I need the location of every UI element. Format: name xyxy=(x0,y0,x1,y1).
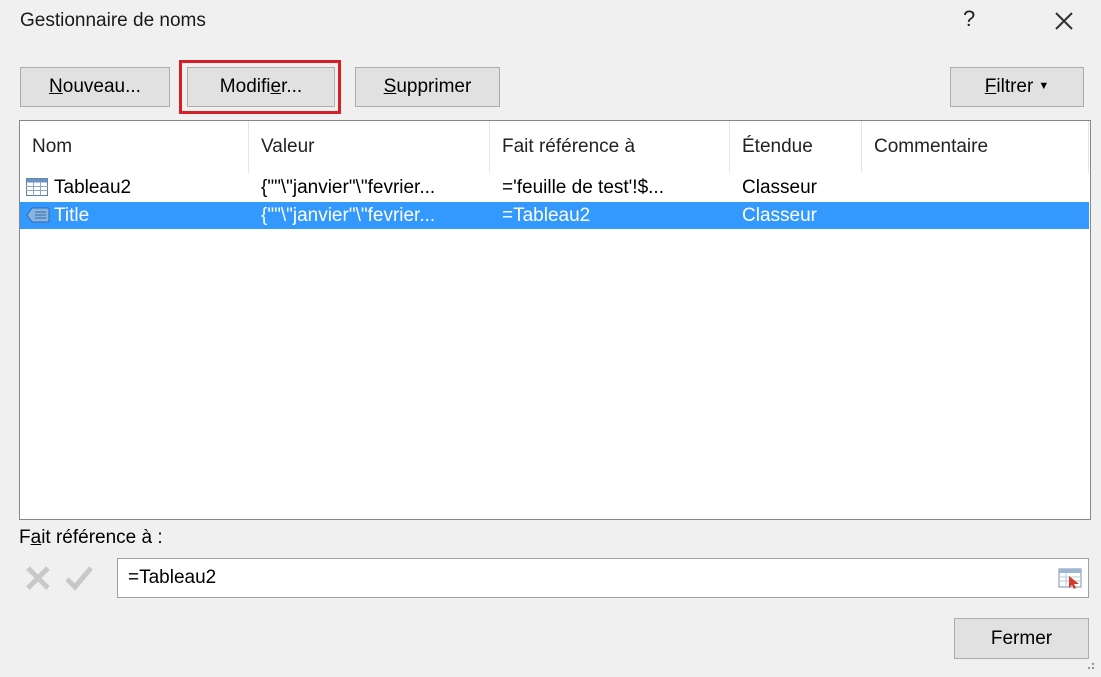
modify-button-label-end: r... xyxy=(281,76,303,97)
row-scope: Classeur xyxy=(742,177,817,198)
cancel-x-icon[interactable] xyxy=(20,560,55,595)
filter-dropdown-button[interactable]: Filtrer ▼ xyxy=(950,67,1084,107)
list-header: Nom Valeur Fait référence à Étendue Comm… xyxy=(20,121,1090,173)
modify-button[interactable]: Modifi e r... xyxy=(187,67,335,107)
delete-button-access-key: S xyxy=(383,76,397,97)
resize-grip-icon[interactable] xyxy=(1082,655,1096,670)
modify-button-label-start: Modifi xyxy=(219,76,271,97)
names-list[interactable]: Nom Valeur Fait référence à Étendue Comm… xyxy=(19,120,1091,520)
column-header-name[interactable]: Nom xyxy=(20,121,249,173)
close-dialog-button[interactable]: Fermer xyxy=(954,618,1089,659)
row-refers-to: =Tableau2 xyxy=(502,205,591,226)
column-header-comment[interactable]: Commentaire xyxy=(862,121,1089,173)
refers-label-end: it référence à : xyxy=(41,527,163,548)
close-icon[interactable] xyxy=(1050,7,1078,35)
named-range-icon xyxy=(26,207,50,229)
list-row-tableau2[interactable]: Tableau2 {""\"janvier"\"fevrier... ='feu… xyxy=(20,174,1089,201)
checkmark-icon[interactable] xyxy=(61,560,96,595)
delete-button-label: upprimer xyxy=(396,76,472,97)
modify-button-access-key: e xyxy=(270,76,282,97)
row-name: Tableau2 xyxy=(54,177,132,198)
filter-button-label: iltrer xyxy=(996,76,1034,97)
collapse-dialog-icon[interactable] xyxy=(1057,565,1083,591)
new-button[interactable]: Nouveau... xyxy=(20,67,170,107)
refers-to-label: Fait référence à : xyxy=(19,527,163,549)
refers-label-start: F xyxy=(19,527,31,548)
list-row-title[interactable]: Title {""\"janvier"\"fevrier... =Tableau… xyxy=(20,202,1089,229)
delete-button[interactable]: Supprimer xyxy=(355,67,500,107)
row-value: {""\"janvier"\"fevrier... xyxy=(261,177,436,198)
column-header-value[interactable]: Valeur xyxy=(249,121,490,173)
new-button-access-key: N xyxy=(49,76,63,97)
table-icon xyxy=(26,178,48,202)
filter-button-access-key: F xyxy=(984,76,997,97)
row-scope: Classeur xyxy=(742,205,817,226)
row-name: Title xyxy=(54,205,90,226)
column-header-scope[interactable]: Étendue xyxy=(730,121,862,173)
dialog-title: Gestionnaire de noms xyxy=(20,10,206,31)
refers-to-input[interactable] xyxy=(117,558,1089,598)
refers-label-access-key: a xyxy=(30,527,42,548)
help-button[interactable]: ? xyxy=(963,6,975,32)
row-refers-to: ='feuille de test'!$... xyxy=(502,177,664,198)
dropdown-caret-icon: ▼ xyxy=(1038,80,1050,92)
new-button-label: ouveau... xyxy=(62,76,141,97)
row-value: {""\"janvier"\"fevrier... xyxy=(261,205,436,226)
column-header-refers-to[interactable]: Fait référence à xyxy=(490,121,730,173)
